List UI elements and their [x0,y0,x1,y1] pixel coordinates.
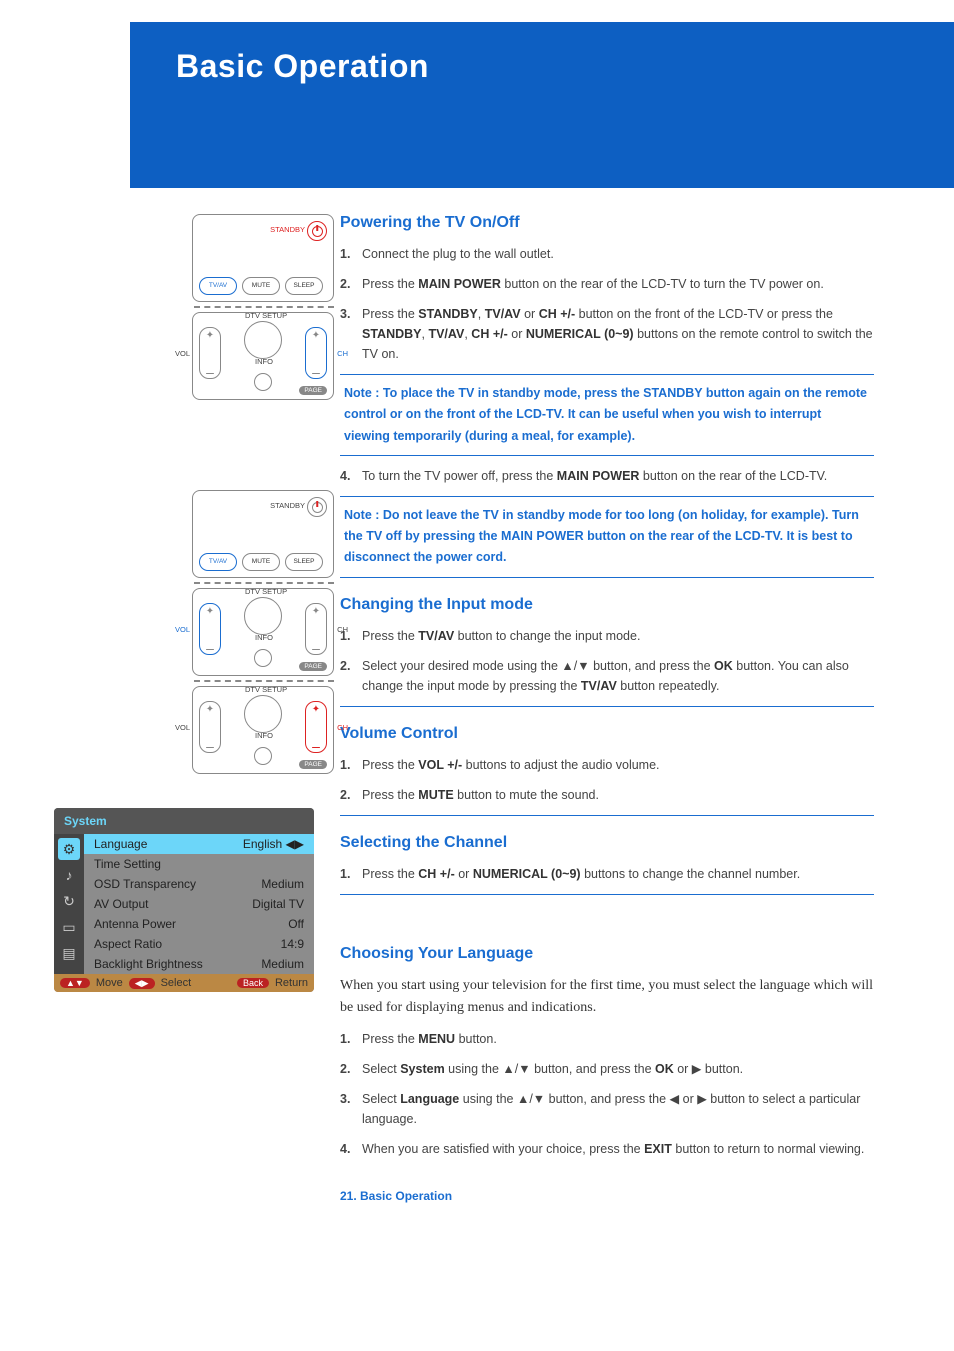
vol-label: VOL [175,349,190,358]
input-step-1: 1.Press the TV/AV button to change the i… [340,626,874,646]
diagrams-column: STANDBY TV/AV MUTE SLEEP DTV SETUP INFO … [54,214,334,1203]
osd-row: Time Setting [84,854,314,874]
vol-rocker-hl: ✦ [199,603,221,655]
page-header: Basic Operation [130,22,954,188]
nav-small [254,373,272,391]
sleep-button: SLEEP [285,277,323,295]
osd-icon-audio: ♪ [58,864,80,886]
osd-row: Backlight BrightnessMedium [84,954,314,974]
page-title: Basic Operation [130,22,954,85]
vol-rocker: ✦ [199,327,221,379]
power-note-1: Note : To place the TV in standby mode, … [340,374,874,456]
osd-move-key: ▲▼ [60,978,90,988]
ch-rocker-hl: ✦ [305,701,327,753]
language-step-1: 1.Press the MENU button. [340,1029,874,1049]
language-step-4: 4.When you are satisfied with your choic… [340,1139,874,1159]
power-step-4: 4.To turn the TV power off, press the MA… [340,466,874,486]
section-title-input: Changing the Input mode [340,596,874,614]
language-step-2: 2.Select System using the ▲/▼ button, an… [340,1059,874,1079]
volume-step-2: 2.Press the MUTE button to mute the soun… [340,785,874,805]
osd-icon-system: ⚙ [58,838,80,860]
osd-row: Aspect Ratio14:9 [84,934,314,954]
power-step-3: 3.Press the STANDBY, TV/AV or CH +/- but… [340,304,874,364]
input-step-2: 2.Select your desired mode using the ▲/▼… [340,656,874,696]
section-title-volume: Volume Control [340,725,874,743]
section-title-power: Powering the TV On/Off [340,214,874,232]
remote-mid-panel: DTV SETUP INFO ✦ ✦ VOL CH PAGE [192,312,334,400]
page-label: PAGE [299,386,327,395]
osd-row: AV OutputDigital TV [84,894,314,914]
power-note-2: Note : Do not leave the TV in standby mo… [340,496,874,578]
volume-step-1: 1.Press the VOL +/- buttons to adjust th… [340,755,874,775]
osd-title: System [54,808,314,834]
osd-back-key: Back [237,978,269,988]
osd-row: OSD TransparencyMedium [84,874,314,894]
osd-select-key: ◀▶ [129,978,155,989]
language-step-3: 3.Select Language using the ▲/▼ button, … [340,1089,874,1129]
remote-top-panel-2: STANDBY TV/AV MUTE SLEEP [192,490,334,578]
nav-circle [244,321,282,359]
dtv-setup-label: DTV SETUP [245,311,287,320]
osd-system-menu: System ⚙ ♪ ↻ ▭ ▤ LanguageEnglish ◀▶ Time… [54,808,314,992]
ch-label: CH [337,349,348,358]
standby-icon [307,221,327,241]
channel-step-1: 1.Press the CH +/- or NUMERICAL (0~9) bu… [340,864,874,884]
tvav-button: TV/AV [199,277,237,295]
power-step-1: 1.Connect the plug to the wall outlet. [340,244,874,264]
standby-label: STANDBY [270,225,305,234]
remote-diagram-power: STANDBY TV/AV MUTE SLEEP DTV SETUP INFO … [54,214,334,400]
osd-footer: ▲▼Move ◀▶Select BackReturn [54,974,314,992]
section-title-language: Choosing Your Language [340,945,874,963]
language-intro: When you start using your television for… [340,975,874,1020]
power-step-2: 2.Press the MAIN POWER button on the rea… [340,274,874,294]
mute-button: MUTE [242,277,280,295]
remote-mid-panel-vol: DTV SETUP INFO ✦ ✦ VOL CH PAGE [192,588,334,676]
osd-icon-pip: ▭ [58,916,80,938]
remote-top-panel: STANDBY TV/AV MUTE SLEEP [192,214,334,302]
content-column: Powering the TV On/Off 1.Connect the plu… [334,214,874,1203]
osd-row: LanguageEnglish ◀▶ [84,834,314,854]
osd-icon-page: ▤ [58,942,80,964]
page-footer-number: 21. Basic Operation [340,1189,874,1203]
ch-rocker: ✦ [305,327,327,379]
osd-icon-reload: ↻ [58,890,80,912]
remote-diagram-input-vol-ch: STANDBY TV/AV MUTE SLEEP DTV SETUP INFO … [54,490,334,774]
osd-row: Antenna PowerOff [84,914,314,934]
section-title-channel: Selecting the Channel [340,834,874,852]
remote-mid-panel-ch: DTV SETUP INFO ✦ ✦ VOL CH PAGE [192,686,334,774]
standby-icon [307,497,327,517]
osd-list: LanguageEnglish ◀▶ Time Setting OSD Tran… [84,834,314,974]
